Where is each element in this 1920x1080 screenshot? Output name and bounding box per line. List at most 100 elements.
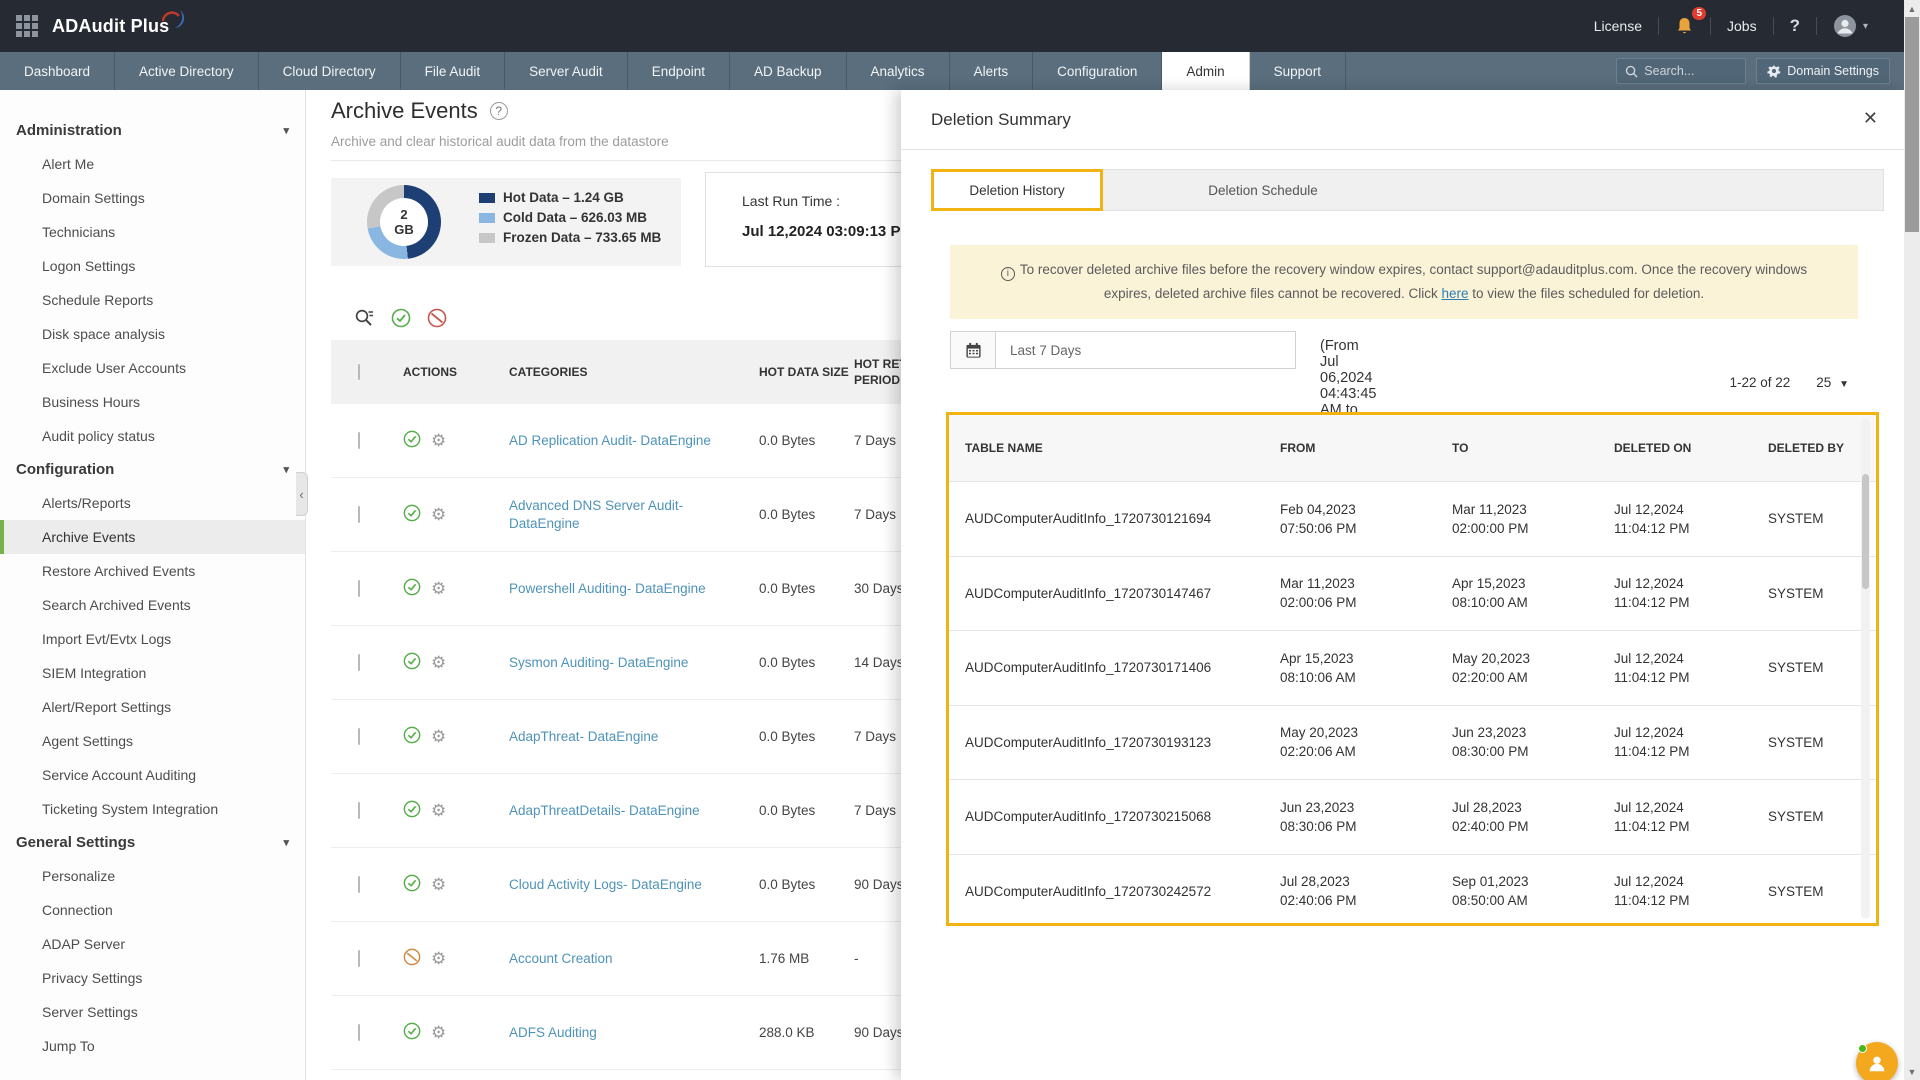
nav-tab-analytics[interactable]: Analytics <box>847 52 950 90</box>
category-link[interactable]: AD Replication Audit- DataEngine <box>509 433 711 448</box>
sidebar-item-privacy-settings[interactable]: Privacy Settings <box>0 961 305 995</box>
page-help-icon[interactable]: ? <box>490 102 508 120</box>
enabled-status-icon[interactable] <box>403 652 421 673</box>
settings-gear-icon[interactable]: ⚙ <box>431 654 446 671</box>
sidebar-item-service-account-auditing[interactable]: Service Account Auditing <box>0 758 305 792</box>
row-checkbox[interactable] <box>358 506 360 523</box>
page-scrollbar-thumb[interactable] <box>1905 17 1919 232</box>
nav-tab-support[interactable]: Support <box>1250 52 1346 90</box>
settings-gear-icon[interactable]: ⚙ <box>431 580 446 597</box>
sidebar-item-import-evt-evtx-logs[interactable]: Import Evt/Evtx Logs <box>0 622 305 656</box>
nav-tab-server-audit[interactable]: Server Audit <box>505 52 628 90</box>
sidebar-item-business-hours[interactable]: Business Hours <box>0 385 305 419</box>
enabled-status-icon[interactable] <box>403 430 421 451</box>
sidebar-item-alert-me[interactable]: Alert Me <box>0 147 305 181</box>
sidebar-item-logon-settings[interactable]: Logon Settings <box>0 249 305 283</box>
sidebar-section-general-settings[interactable]: General Settings▾ <box>0 826 305 859</box>
sidebar-item-domain-settings[interactable]: Domain Settings <box>0 181 305 215</box>
app-grid-icon[interactable] <box>16 15 38 37</box>
nav-tab-admin[interactable]: Admin <box>1162 52 1249 90</box>
app-logo[interactable]: ADAudit Plus <box>52 16 169 37</box>
enable-archiving-icon[interactable] <box>391 308 411 328</box>
settings-gear-icon[interactable]: ⚙ <box>431 506 446 523</box>
row-checkbox[interactable] <box>358 580 360 597</box>
sidebar-item-schedule-reports[interactable]: Schedule Reports <box>0 283 305 317</box>
tab-deletion-schedule[interactable]: Deletion Schedule <box>1163 170 1363 210</box>
nav-tab-alerts[interactable]: Alerts <box>950 52 1034 90</box>
support-chat-button[interactable] <box>1856 1042 1898 1080</box>
enabled-status-icon[interactable] <box>403 1022 421 1043</box>
nav-tab-configuration[interactable]: Configuration <box>1033 52 1162 90</box>
table-scrollbar-thumb[interactable] <box>1862 474 1869 589</box>
category-link[interactable]: Powershell Auditing- DataEngine <box>509 581 706 596</box>
nav-tab-file-audit[interactable]: File Audit <box>401 52 506 90</box>
page-size-select[interactable]: 25 ▼ <box>1816 375 1849 390</box>
sidebar-item-audit-policy-status[interactable]: Audit policy status <box>0 419 305 453</box>
sidebar-item-siem-integration[interactable]: SIEM Integration <box>0 656 305 690</box>
settings-gear-icon[interactable]: ⚙ <box>431 876 446 893</box>
sidebar-section-configuration[interactable]: Configuration▾ <box>0 453 305 486</box>
sidebar-item-ticketing-system-integration[interactable]: Ticketing System Integration <box>0 792 305 826</box>
close-icon[interactable]: ✕ <box>1863 108 1878 129</box>
sidebar-collapse-handle[interactable]: ‹ <box>296 472 308 516</box>
jobs-link[interactable]: Jobs <box>1711 18 1773 34</box>
row-checkbox[interactable] <box>358 950 360 967</box>
scroll-down-arrow-icon[interactable]: ▼ <box>1904 1063 1920 1080</box>
sidebar-item-adap-server[interactable]: ADAP Server <box>0 927 305 961</box>
category-link[interactable]: AdapThreatDetails- DataEngine <box>509 803 700 818</box>
settings-gear-icon[interactable]: ⚙ <box>431 802 446 819</box>
sidebar-item-disk-space-analysis[interactable]: Disk space analysis <box>0 317 305 351</box>
category-link[interactable]: Sysmon Auditing- DataEngine <box>509 655 688 670</box>
domain-settings-button[interactable]: Domain Settings <box>1756 58 1890 84</box>
nav-tab-active-directory[interactable]: Active Directory <box>115 52 259 90</box>
sidebar-item-search-archived-events[interactable]: Search Archived Events <box>0 588 305 622</box>
nav-tab-cloud-directory[interactable]: Cloud Directory <box>259 52 401 90</box>
category-link[interactable]: Cloud Activity Logs- DataEngine <box>509 877 702 892</box>
tab-deletion-history[interactable]: Deletion History <box>931 169 1103 211</box>
nav-tab-endpoint[interactable]: Endpoint <box>628 52 730 90</box>
enabled-status-icon[interactable] <box>403 578 421 599</box>
help-button[interactable]: ? <box>1774 16 1816 36</box>
notifications-button[interactable]: 5 <box>1659 16 1710 36</box>
sidebar-section-administration[interactable]: Administration▾ <box>0 114 305 147</box>
enabled-status-icon[interactable] <box>403 874 421 895</box>
row-checkbox[interactable] <box>358 432 360 449</box>
settings-gear-icon[interactable]: ⚙ <box>431 1024 446 1041</box>
row-checkbox[interactable] <box>358 876 360 893</box>
user-menu-button[interactable]: ▾ <box>1817 14 1884 38</box>
calendar-button[interactable] <box>950 331 996 369</box>
disable-archiving-icon[interactable] <box>427 308 447 328</box>
sidebar-item-archive-events[interactable]: Archive Events <box>0 520 305 554</box>
row-checkbox[interactable] <box>358 1024 360 1041</box>
enabled-status-icon[interactable] <box>403 800 421 821</box>
sidebar-item-agent-settings[interactable]: Agent Settings <box>0 724 305 758</box>
date-range-input[interactable]: Last 7 Days <box>996 331 1296 369</box>
sidebar-item-exclude-user-accounts[interactable]: Exclude User Accounts <box>0 351 305 385</box>
category-link[interactable]: Account Creation <box>509 951 613 966</box>
settings-gear-icon[interactable]: ⚙ <box>431 950 446 967</box>
sidebar-item-alert-report-settings[interactable]: Alert/Report Settings <box>0 690 305 724</box>
notice-here-link[interactable]: here <box>1442 286 1469 301</box>
disabled-status-icon[interactable] <box>403 948 421 969</box>
sidebar-item-alerts-reports[interactable]: Alerts/Reports <box>0 486 305 520</box>
sidebar-item-jump-to[interactable]: Jump To <box>0 1029 305 1063</box>
category-link[interactable]: ADFS Auditing <box>509 1025 597 1040</box>
category-link[interactable]: AdapThreat- DataEngine <box>509 729 658 744</box>
sidebar-item-restore-archived-events[interactable]: Restore Archived Events <box>0 554 305 588</box>
enabled-status-icon[interactable] <box>403 504 421 525</box>
sidebar-item-server-settings[interactable]: Server Settings <box>0 995 305 1029</box>
category-link[interactable]: Advanced DNS Server Audit- DataEngine <box>509 498 683 531</box>
global-search-input[interactable]: Search... <box>1616 58 1746 84</box>
nav-tab-ad-backup[interactable]: AD Backup <box>730 52 847 90</box>
row-checkbox[interactable] <box>358 654 360 671</box>
scroll-up-arrow-icon[interactable]: ▲ <box>1904 0 1920 17</box>
row-checkbox[interactable] <box>358 802 360 819</box>
row-checkbox[interactable] <box>358 728 360 745</box>
nav-tab-dashboard[interactable]: Dashboard <box>0 52 115 90</box>
sidebar-item-connection[interactable]: Connection <box>0 893 305 927</box>
page-scrollbar[interactable]: ▲ ▼ <box>1904 0 1920 1080</box>
sidebar-item-personalize[interactable]: Personalize <box>0 859 305 893</box>
enabled-status-icon[interactable] <box>403 726 421 747</box>
search-events-icon[interactable] <box>354 308 375 328</box>
settings-gear-icon[interactable]: ⚙ <box>431 728 446 745</box>
